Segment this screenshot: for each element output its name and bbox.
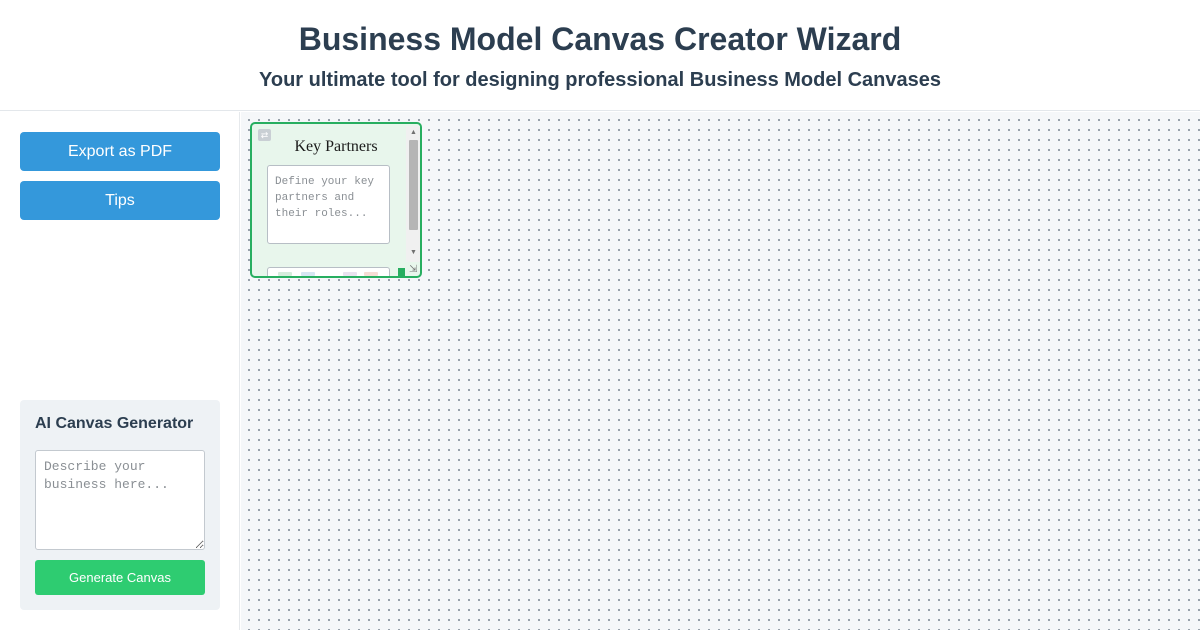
page-subtitle: Your ultimate tool for designing profess…	[259, 69, 941, 91]
ai-generator-title: AI Canvas Generator	[35, 415, 194, 432]
canvas-area[interactable]: ⇄ Key Partners ▲ ▼ ⇲	[241, 112, 1200, 630]
swatch-icon	[364, 272, 378, 276]
swatch-icon	[278, 272, 292, 276]
canvas-block-key-partners[interactable]: ⇄ Key Partners ▲ ▼ ⇲	[250, 122, 422, 278]
sidebar: Export as PDF Tips AI Canvas Generator G…	[0, 112, 240, 630]
business-description-input[interactable]	[35, 450, 205, 550]
block-secondary-input[interactable]	[267, 267, 390, 276]
resize-grip-icon[interactable]: ⇲	[409, 265, 419, 275]
block-scrollbar[interactable]: ▲ ▼	[406, 126, 420, 262]
block-color-indicator	[398, 268, 405, 276]
scroll-down-icon[interactable]: ▼	[409, 248, 418, 257]
swatch-icon	[343, 272, 357, 276]
app-header: Business Model Canvas Creator Wizard You…	[0, 0, 1200, 111]
scroll-thumb[interactable]	[409, 140, 418, 230]
swatch-icon	[301, 272, 315, 276]
key-partners-input[interactable]	[267, 165, 390, 244]
block-title: Key Partners	[294, 138, 378, 155]
tips-button[interactable]: Tips	[20, 181, 220, 220]
generate-canvas-button[interactable]: Generate Canvas	[35, 560, 205, 595]
export-pdf-button[interactable]: Export as PDF	[20, 132, 220, 171]
page-title: Business Model Canvas Creator Wizard	[298, 21, 902, 57]
scroll-up-icon[interactable]: ▲	[409, 128, 418, 137]
ai-generator-panel: AI Canvas Generator Generate Canvas	[20, 400, 220, 610]
